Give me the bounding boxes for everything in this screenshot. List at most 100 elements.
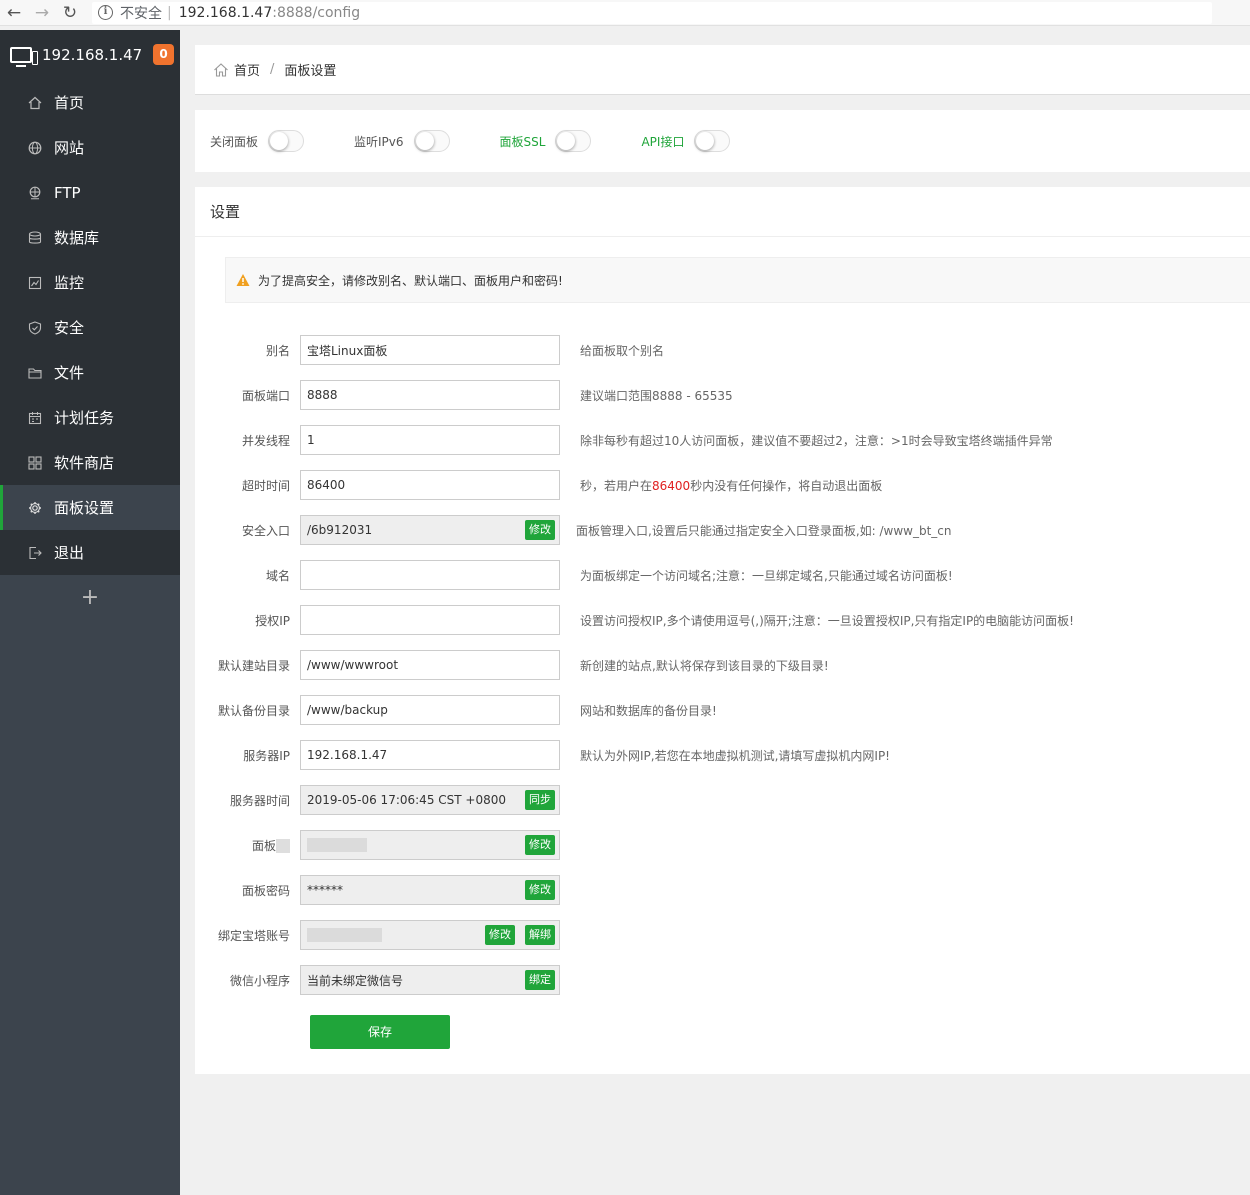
sidebar-item-label: 退出 xyxy=(54,544,85,562)
bt-account-unbind-button[interactable]: 解绑 xyxy=(525,925,555,945)
bt-account-edit-button[interactable]: 修改 xyxy=(485,925,515,945)
domain-hint: 为面板绑定一个访问域名;注意：一旦绑定域名,只能通过域名访问面板! xyxy=(580,568,953,583)
row-server-time: 服务器时间 2019-05-06 17:06:45 CST +0800 同步 xyxy=(195,785,1250,815)
entry-field: /6b912031 修改 xyxy=(300,515,560,545)
site-dir-field[interactable] xyxy=(300,650,560,680)
alias-field[interactable] xyxy=(300,335,560,365)
alias-input[interactable] xyxy=(307,343,487,357)
switch-api: API接口 xyxy=(641,130,731,152)
alias-hint: 给面板取个别名 xyxy=(580,343,665,358)
port-input[interactable] xyxy=(307,388,487,402)
ipv6-toggle[interactable] xyxy=(413,130,450,152)
breadcrumb: 首页 / 面板设置 xyxy=(195,45,1250,95)
entry-value: /6b912031 xyxy=(307,523,373,537)
breadcrumb-home-link[interactable]: 首页 xyxy=(234,60,260,79)
sidebar-item-label: 监控 xyxy=(54,274,85,292)
server-ip-input[interactable] xyxy=(307,748,487,762)
ftp-icon xyxy=(28,186,42,200)
switch-label: 监听IPv6 xyxy=(354,134,404,149)
threads-input[interactable] xyxy=(307,433,487,447)
add-server-button[interactable]: + xyxy=(0,575,180,620)
close-panel-toggle[interactable] xyxy=(268,130,305,152)
timeout-input[interactable] xyxy=(307,478,487,492)
entry-edit-button[interactable]: 修改 xyxy=(525,520,555,540)
alert-text: 为了提高安全，请修改别名、默认端口、面板用户和密码! xyxy=(258,273,563,288)
ssl-toggle[interactable] xyxy=(555,130,592,152)
sidebar-item-label: 网站 xyxy=(54,139,85,157)
wechat-bind-button[interactable]: 绑定 xyxy=(525,970,555,990)
row-panel-password: 面板密码 ****** 修改 xyxy=(195,875,1250,905)
switch-label[interactable]: 面板SSL xyxy=(500,133,546,150)
server-ip-field[interactable] xyxy=(300,740,560,770)
backup-dir-input[interactable] xyxy=(307,703,487,717)
url-path: :8888/config xyxy=(272,4,361,21)
domain-input[interactable] xyxy=(307,568,487,582)
sidebar: 192.168.1.47 0 首页 网站 FTP 数据库 监控 安全 文件 计划… xyxy=(0,30,180,1195)
threads-field[interactable] xyxy=(300,425,560,455)
server-ip-label: 服务器IP xyxy=(243,748,290,763)
server-ip-hint: 默认为外网IP,若您在本地虚拟机测试,请填写虚拟机内网IP! xyxy=(580,748,890,763)
backup-dir-label: 默认备份目录 xyxy=(217,703,290,718)
panel-pass-value: ****** xyxy=(307,883,343,897)
switch-label[interactable]: API接口 xyxy=(641,133,684,150)
sidebar-item-label: 面板设置 xyxy=(54,499,115,517)
sidebar-item-panel-settings[interactable]: 面板设置 xyxy=(0,485,180,530)
switch-close-panel: 关闭面板 xyxy=(210,130,305,152)
sidebar-item-label: 首页 xyxy=(54,94,85,112)
backup-dir-hint: 网站和数据库的备份目录! xyxy=(580,703,717,718)
panel-pass-label: 面板密码 xyxy=(241,883,290,898)
switch-label: 关闭面板 xyxy=(210,134,259,149)
info-icon[interactable]: i xyxy=(98,5,113,20)
home-icon xyxy=(28,96,42,110)
reload-icon: ↻ xyxy=(62,2,78,23)
panel-user-edit-button[interactable]: 修改 xyxy=(525,835,555,855)
api-toggle[interactable] xyxy=(694,130,731,152)
panel-pass-edit-button[interactable]: 修改 xyxy=(525,880,555,900)
row-domain: 域名 为面板绑定一个访问域名;注意：一旦绑定域名,只能通过域名访问面板! xyxy=(195,560,1250,590)
settings-panel: 设置 为了提高安全，请修改别名、默认端口、面板用户和密码! 别名 给面板取个别名… xyxy=(195,187,1250,1074)
auth-ip-field[interactable] xyxy=(300,605,560,635)
security-alert: 为了提高安全，请修改别名、默认端口、面板用户和密码! xyxy=(225,257,1250,303)
sidebar-item-security[interactable]: 安全 xyxy=(0,305,180,350)
row-backup-dir: 默认备份目录 网站和数据库的备份目录! xyxy=(195,695,1250,725)
sidebar-item-label: 软件商店 xyxy=(54,454,115,472)
server-time-value: 2019-05-06 17:06:45 CST +0800 xyxy=(307,793,506,807)
server-header[interactable]: 192.168.1.47 0 xyxy=(0,30,180,80)
sidebar-item-files[interactable]: 文件 xyxy=(0,350,180,395)
insecure-label: 不安全 xyxy=(120,5,162,22)
port-field[interactable] xyxy=(300,380,560,410)
site-dir-input[interactable] xyxy=(307,658,487,672)
backup-dir-field[interactable] xyxy=(300,695,560,725)
breadcrumb-current: 面板设置 xyxy=(284,64,337,79)
sidebar-item-database[interactable]: 数据库 xyxy=(0,215,180,260)
sidebar-item-website[interactable]: 网站 xyxy=(0,125,180,170)
sidebar-item-logout[interactable]: 退出 xyxy=(0,530,180,575)
timeout-field[interactable] xyxy=(300,470,560,500)
panel-title: 设置 xyxy=(195,187,1250,237)
shield-icon xyxy=(28,320,42,335)
notification-badge[interactable]: 0 xyxy=(153,44,174,65)
domain-field[interactable] xyxy=(300,560,560,590)
grid-icon xyxy=(28,455,42,470)
auth-ip-hint: 设置访问授权IP,多个请使用逗号(,)隔开;注意：一旦设置授权IP,只有指定IP… xyxy=(580,613,1074,628)
address-bar[interactable]: i 不安全 | 192.168.1.47:8888/config xyxy=(92,1,1212,24)
forward-button[interactable]: → xyxy=(28,0,56,26)
reload-button[interactable]: ↻ xyxy=(56,0,84,26)
back-button[interactable]: ← xyxy=(0,0,28,26)
timeout-hint-post: 秒内没有任何操作，将自动退出面板 xyxy=(690,478,883,493)
sidebar-item-ftp[interactable]: FTP xyxy=(0,170,180,215)
auth-ip-input[interactable] xyxy=(307,613,487,627)
sidebar-item-store[interactable]: 软件商店 xyxy=(0,440,180,485)
sidebar-menu: 首页 网站 FTP 数据库 监控 安全 文件 计划任务 软件商店 面板设置 退出 xyxy=(0,80,180,575)
site-dir-label: 默认建站目录 xyxy=(217,658,290,673)
warning-icon xyxy=(236,274,250,286)
sync-time-button[interactable]: 同步 xyxy=(525,790,555,810)
sidebar-item-cron[interactable]: 计划任务 xyxy=(0,395,180,440)
sidebar-item-home[interactable]: 首页 xyxy=(0,80,180,125)
save-button[interactable]: 保存 xyxy=(310,1015,450,1049)
redacted-block xyxy=(276,839,290,853)
wechat-field: 当前未绑定微信号 绑定 xyxy=(300,965,560,995)
row-auth-ip: 授权IP 设置访问授权IP,多个请使用逗号(,)隔开;注意：一旦设置授权IP,只… xyxy=(195,605,1250,635)
home-icon xyxy=(214,62,228,77)
sidebar-item-monitor[interactable]: 监控 xyxy=(0,260,180,305)
